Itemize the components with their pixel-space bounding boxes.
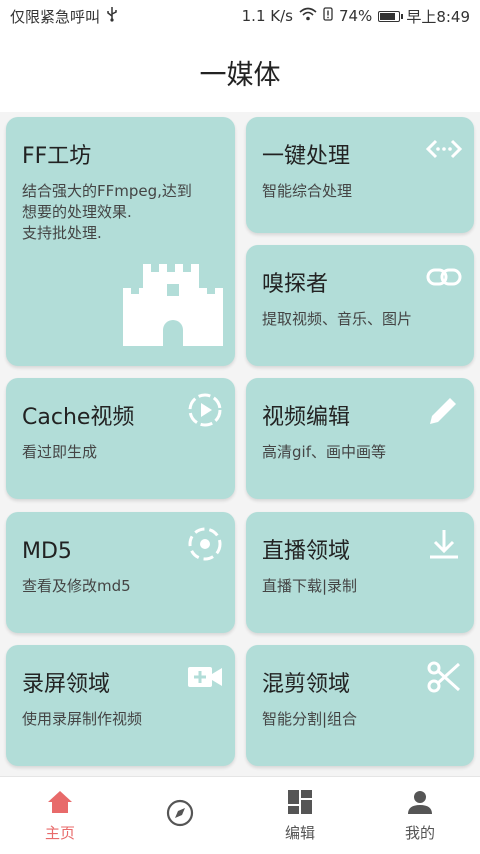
person-icon <box>408 791 432 814</box>
castle-icon <box>123 264 223 346</box>
target-icon <box>188 527 222 561</box>
battery-icon <box>378 10 404 22</box>
home-icon <box>48 791 72 813</box>
dashboard-icon <box>288 790 312 814</box>
card-one-click[interactable]: 一键处理 智能综合处理 <box>246 117 474 233</box>
card-description: 高清gif、画中画等 <box>262 443 386 461</box>
card-md5[interactable]: MD5 查看及修改md5 <box>6 512 235 633</box>
clock: 早上8:49 <box>406 7 470 26</box>
card-title: FF工坊 <box>22 144 92 169</box>
link-icon <box>426 268 462 286</box>
card-cache-video[interactable]: Cache视频 看过即生成 <box>6 378 235 499</box>
download-icon <box>430 530 458 559</box>
alert-icon <box>323 7 333 25</box>
card-description: 智能分割|组合 <box>262 710 358 728</box>
wifi-icon <box>299 7 317 25</box>
code-icon <box>426 139 462 159</box>
status-bar: 仅限紧急呼叫 1.1 K/s 74% 早上8:49 <box>0 0 480 32</box>
card-sniffer[interactable]: 嗅探者 提取视频、音乐、图片 <box>246 245 474 366</box>
page-title: 一媒体 <box>199 59 281 91</box>
card-mix-cut[interactable]: 混剪领域 智能分割|组合 <box>246 645 474 766</box>
card-ff-workshop[interactable]: FF工坊 结合强大的FFmpeg,达到 想要的处理效果. 支持批处理. <box>6 117 235 366</box>
carrier-text: 仅限紧急呼叫 <box>10 7 101 26</box>
tab-discover[interactable] <box>120 777 240 854</box>
tab-home[interactable]: 主页 <box>0 777 120 854</box>
tab-label: 编辑 <box>284 824 315 842</box>
tab-mine[interactable]: 我的 <box>360 777 480 854</box>
card-description: 看过即生成 <box>22 443 98 461</box>
card-screen-record[interactable]: 录屏领域 使用录屏制作视频 <box>6 645 235 766</box>
compass-icon <box>166 799 194 826</box>
scissors-icon <box>427 661 461 693</box>
card-description: 提取视频、音乐、图片 <box>262 310 413 328</box>
pencil-icon <box>430 398 456 424</box>
card-description: 结合强大的FFmpeg,达到 想要的处理效果. 支持批处理. <box>22 182 192 242</box>
usb-icon <box>106 6 118 26</box>
battery-percent: 74% <box>338 7 373 25</box>
card-video-edit[interactable]: 视频编辑 高清gif、画中画等 <box>246 378 474 499</box>
bottom-tab-bar: 主页 编辑 我的 <box>0 776 480 854</box>
play-circle-icon <box>188 393 222 427</box>
card-description: 直播下载|录制 <box>262 577 358 595</box>
card-description: 使用录屏制作视频 <box>22 710 143 728</box>
card-description: 查看及修改md5 <box>22 577 131 595</box>
tab-edit[interactable]: 编辑 <box>240 777 360 854</box>
card-description: 智能综合处理 <box>262 182 353 200</box>
tab-label: 主页 <box>44 824 75 842</box>
app-header: 一媒体 <box>0 32 480 112</box>
card-live-stream[interactable]: 直播领域 直播下载|录制 <box>246 512 474 633</box>
video-add-icon <box>188 667 222 687</box>
tab-label: 我的 <box>404 824 435 842</box>
network-speed: 1.1 K/s <box>241 7 293 25</box>
